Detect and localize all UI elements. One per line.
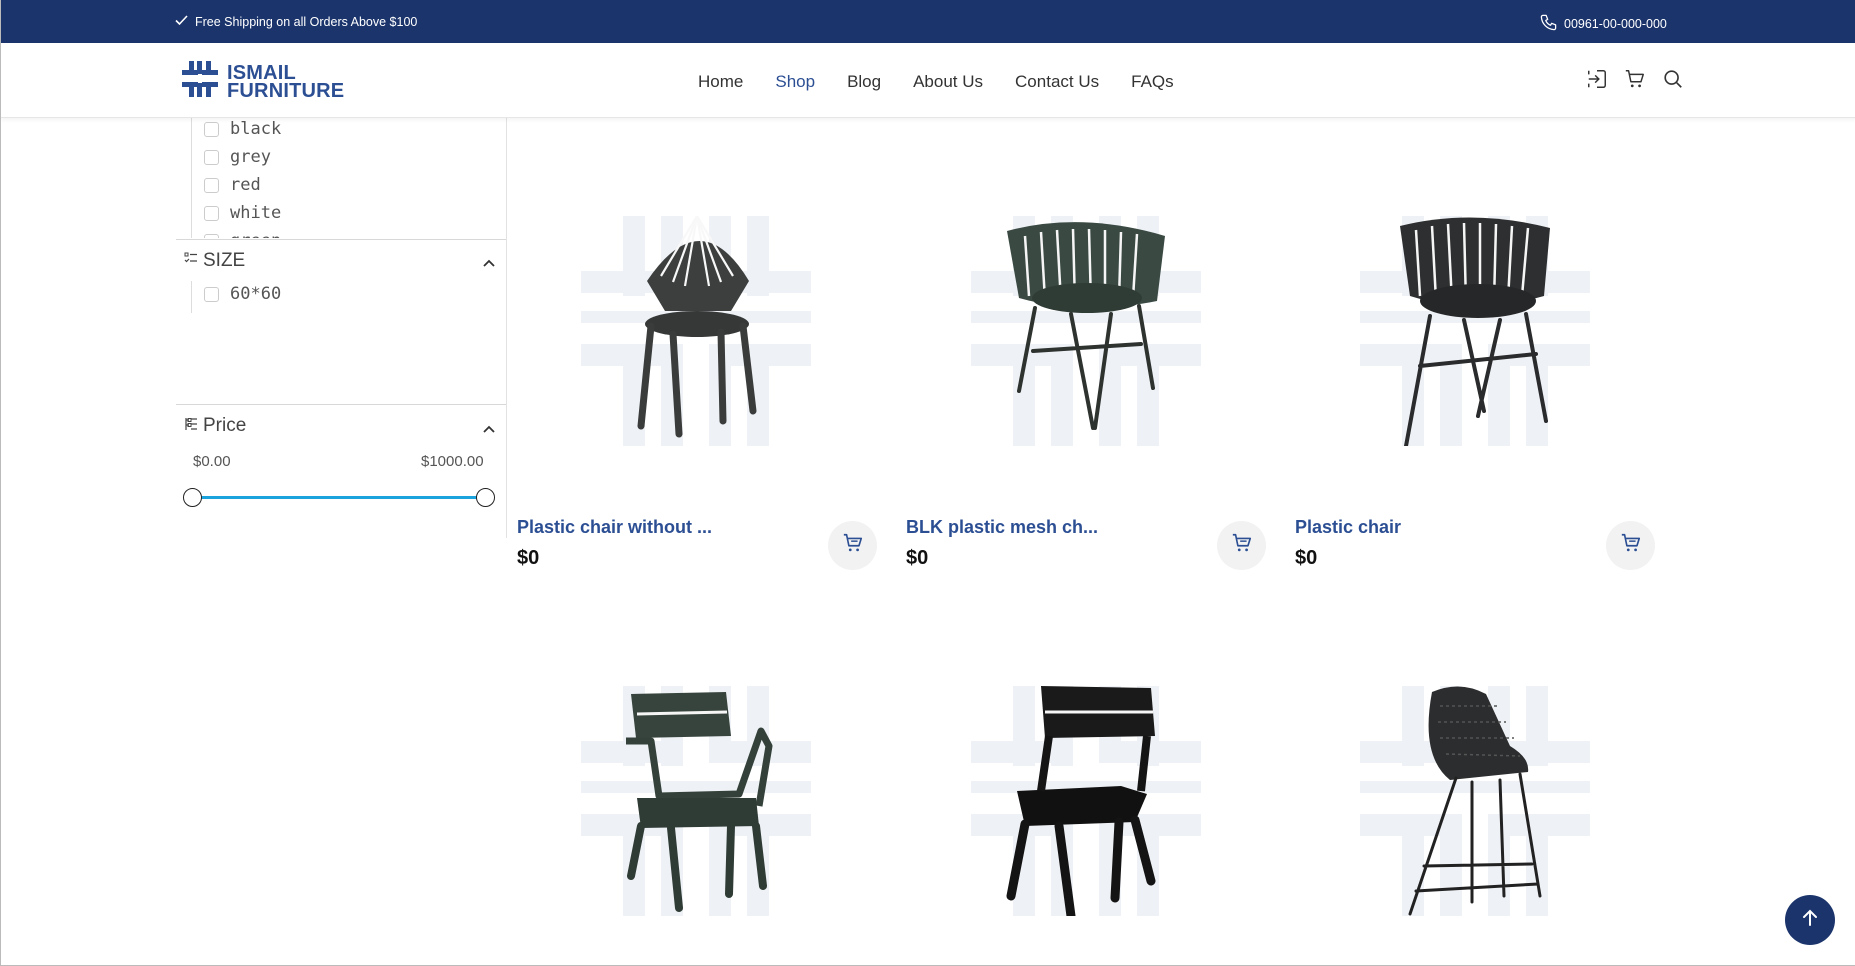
color-option-white[interactable]: white [204, 203, 281, 223]
cart-icon[interactable] [1624, 68, 1646, 95]
shipping-text: Free Shipping on all Orders Above $100 [195, 14, 418, 29]
chevron-up-icon[interactable] [482, 255, 496, 273]
nav-blog[interactable]: Blog [847, 72, 881, 92]
checkbox[interactable] [204, 205, 219, 221]
product-image-6[interactable] [1360, 686, 1590, 916]
checkbox[interactable] [204, 286, 219, 302]
nav-contact-us[interactable]: Contact Us [1015, 72, 1099, 92]
nav-faqs[interactable]: FAQs [1131, 72, 1174, 92]
phone-icon [1539, 13, 1558, 35]
search-icon[interactable] [1662, 68, 1684, 95]
sliders-icon [184, 415, 198, 437]
logo-mark-icon [182, 61, 218, 102]
chair-image [1408, 686, 1542, 916]
logo-text: ISMAIL FURNITURE [227, 61, 345, 102]
price-min-label: $0.00 [193, 453, 231, 470]
product-title-1[interactable]: Plastic chair without ... [517, 517, 712, 538]
scroll-to-top-button[interactable] [1785, 895, 1835, 945]
size-option-60x60[interactable]: 60*60 [204, 284, 281, 304]
arrow-up-icon [1800, 908, 1820, 933]
product-image-5[interactable] [971, 686, 1201, 921]
product-price-3: $0 [1295, 547, 1318, 569]
price-max-label: $1000.00 [421, 453, 484, 470]
nav-about-us[interactable]: About Us [913, 72, 983, 92]
product-price-1: $0 [517, 547, 540, 569]
size-filter-header[interactable]: SIZE [184, 250, 245, 272]
add-to-cart-button-3[interactable] [1606, 521, 1655, 570]
checkbox[interactable] [204, 149, 219, 165]
chevron-up-icon[interactable] [482, 421, 496, 439]
chair-image [637, 215, 757, 438]
size-filter-list: 60*60 [191, 281, 491, 313]
color-filter-list: black grey red white green [191, 118, 491, 238]
product-image-4[interactable] [581, 686, 811, 916]
divider [176, 404, 506, 405]
price-filter-header[interactable]: Price [184, 415, 246, 437]
product-image-2[interactable] [971, 216, 1201, 446]
color-option-black[interactable]: black [204, 119, 281, 139]
nav-home[interactable]: Home [698, 72, 743, 92]
checkbox[interactable] [204, 177, 219, 193]
cart-icon [1231, 532, 1253, 559]
check-icon [175, 14, 188, 29]
checkbox[interactable] [204, 233, 219, 238]
product-image-1[interactable] [581, 215, 811, 446]
phone-number[interactable]: 00961-00-000-000 [1564, 17, 1667, 31]
color-option-grey[interactable]: grey [204, 147, 271, 167]
filter-sidebar: black grey red white green SIZE 60*60 Pr… [176, 118, 507, 538]
price-filter-title: Price [203, 415, 247, 436]
announcement-bar: Free Shipping on all Orders Above $100 0… [1, 0, 1855, 43]
price-slider-track[interactable] [193, 496, 485, 499]
product-title-2[interactable]: BLK plastic mesh ch... [906, 517, 1098, 538]
product-title-3[interactable]: Plastic chair [1295, 517, 1401, 538]
color-option-green[interactable]: green [204, 231, 281, 238]
product-price-2: $0 [906, 547, 929, 569]
add-to-cart-button-2[interactable] [1217, 521, 1266, 570]
size-filter-title: SIZE [203, 250, 246, 271]
main-nav: Home Shop Blog About Us Contact Us FAQs [698, 72, 1206, 92]
site-header: ISMAIL FURNITURE Home Shop Blog About Us… [1, 43, 1855, 118]
product-image-3[interactable] [1360, 216, 1590, 448]
header-actions [1586, 68, 1684, 95]
divider [176, 239, 506, 240]
color-option-red[interactable]: red [204, 175, 261, 195]
cart-icon [1620, 532, 1642, 559]
checkbox[interactable] [204, 121, 219, 137]
nav-shop[interactable]: Shop [775, 72, 815, 92]
price-slider-max-handle[interactable] [476, 488, 495, 507]
cart-icon [842, 532, 864, 559]
page: Free Shipping on all Orders Above $100 0… [0, 0, 1855, 966]
price-slider-min-handle[interactable] [183, 488, 202, 507]
login-icon[interactable] [1586, 68, 1608, 95]
filter-list-icon [184, 250, 198, 272]
add-to-cart-button-1[interactable] [828, 521, 877, 570]
logo[interactable]: ISMAIL FURNITURE [182, 61, 344, 102]
